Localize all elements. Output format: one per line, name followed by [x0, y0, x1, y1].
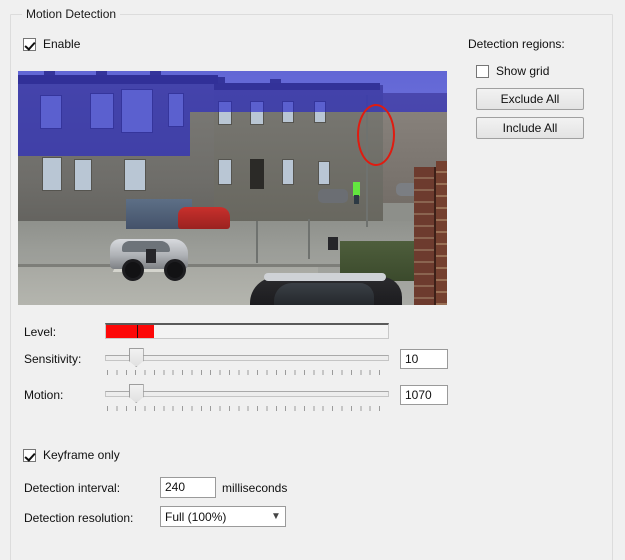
motion-label: Motion:	[24, 388, 64, 402]
enable-checkbox-row[interactable]: Enable	[23, 37, 80, 51]
show-grid-checkbox-row[interactable]: Show grid	[476, 64, 549, 78]
show-grid-checkbox-label: Show grid	[496, 64, 550, 78]
sensitivity-slider-thumb[interactable]	[128, 348, 144, 367]
detection-interval-label: Detection interval:	[24, 481, 121, 495]
wheelie-bin	[328, 237, 338, 250]
level-meter-fill	[106, 325, 154, 338]
annotation-ellipse	[357, 104, 395, 166]
sensitivity-value-input[interactable]: 10	[400, 349, 448, 369]
brick-pillar	[436, 161, 447, 305]
wheelie-bin	[146, 249, 156, 263]
level-meter	[105, 323, 389, 339]
enable-checkbox-label: Enable	[43, 37, 81, 51]
sensitivity-slider[interactable]	[105, 348, 389, 378]
groupbox-title: Motion Detection	[22, 7, 121, 21]
brick-pillar-joint	[434, 167, 436, 305]
detection-resolution-select[interactable]: Full (100%) ▼	[160, 506, 286, 527]
black-car-window	[274, 283, 374, 305]
level-label: Level:	[24, 325, 57, 339]
wheel	[164, 259, 186, 281]
window	[282, 159, 294, 185]
red-car	[178, 207, 230, 229]
distant-car	[318, 189, 348, 203]
exclude-all-button[interactable]: Exclude All	[476, 88, 584, 110]
wheel	[122, 259, 144, 281]
motion-slider-ticks	[107, 406, 388, 411]
black-car-roof	[264, 273, 386, 281]
detection-resolution-label: Detection resolution:	[24, 511, 134, 525]
person-legs	[354, 195, 359, 204]
sensitivity-label: Sensitivity:	[24, 352, 82, 366]
show-grid-checkbox[interactable]	[476, 64, 489, 78]
chevron-down-icon[interactable]: ▼	[267, 511, 285, 522]
detection-regions-label: Detection regions:	[468, 37, 565, 51]
keyframe-only-checkbox-row[interactable]: Keyframe only	[23, 448, 120, 462]
enable-checkbox[interactable]	[23, 37, 36, 51]
detection-interval-units: milliseconds	[222, 481, 288, 495]
window	[42, 157, 62, 191]
include-all-button[interactable]: Include All	[476, 117, 584, 139]
detection-interval-input[interactable]: 240	[160, 477, 216, 498]
level-threshold-marker	[137, 325, 139, 338]
sensitivity-slider-ticks	[107, 370, 388, 375]
sensitivity-slider-track[interactable]	[105, 355, 389, 361]
doorway	[250, 159, 264, 189]
motion-value-input[interactable]: 1070	[400, 385, 448, 405]
window	[124, 159, 146, 191]
motion-slider[interactable]	[105, 384, 389, 414]
window	[318, 161, 330, 185]
motion-detection-settings-panel: Motion Detection Enable Detection region…	[0, 0, 625, 560]
camera-preview-region-editor[interactable]	[18, 71, 447, 305]
window	[218, 159, 232, 185]
detection-resolution-selected-value: Full (100%)	[165, 509, 227, 524]
motion-slider-track[interactable]	[105, 391, 389, 397]
person-hivis	[353, 182, 360, 196]
keyframe-only-checkbox[interactable]	[23, 448, 36, 462]
pole	[308, 219, 310, 259]
pole	[256, 221, 258, 263]
motion-slider-thumb[interactable]	[128, 384, 144, 403]
window	[74, 159, 92, 191]
keyframe-only-checkbox-label: Keyframe only	[43, 448, 120, 462]
